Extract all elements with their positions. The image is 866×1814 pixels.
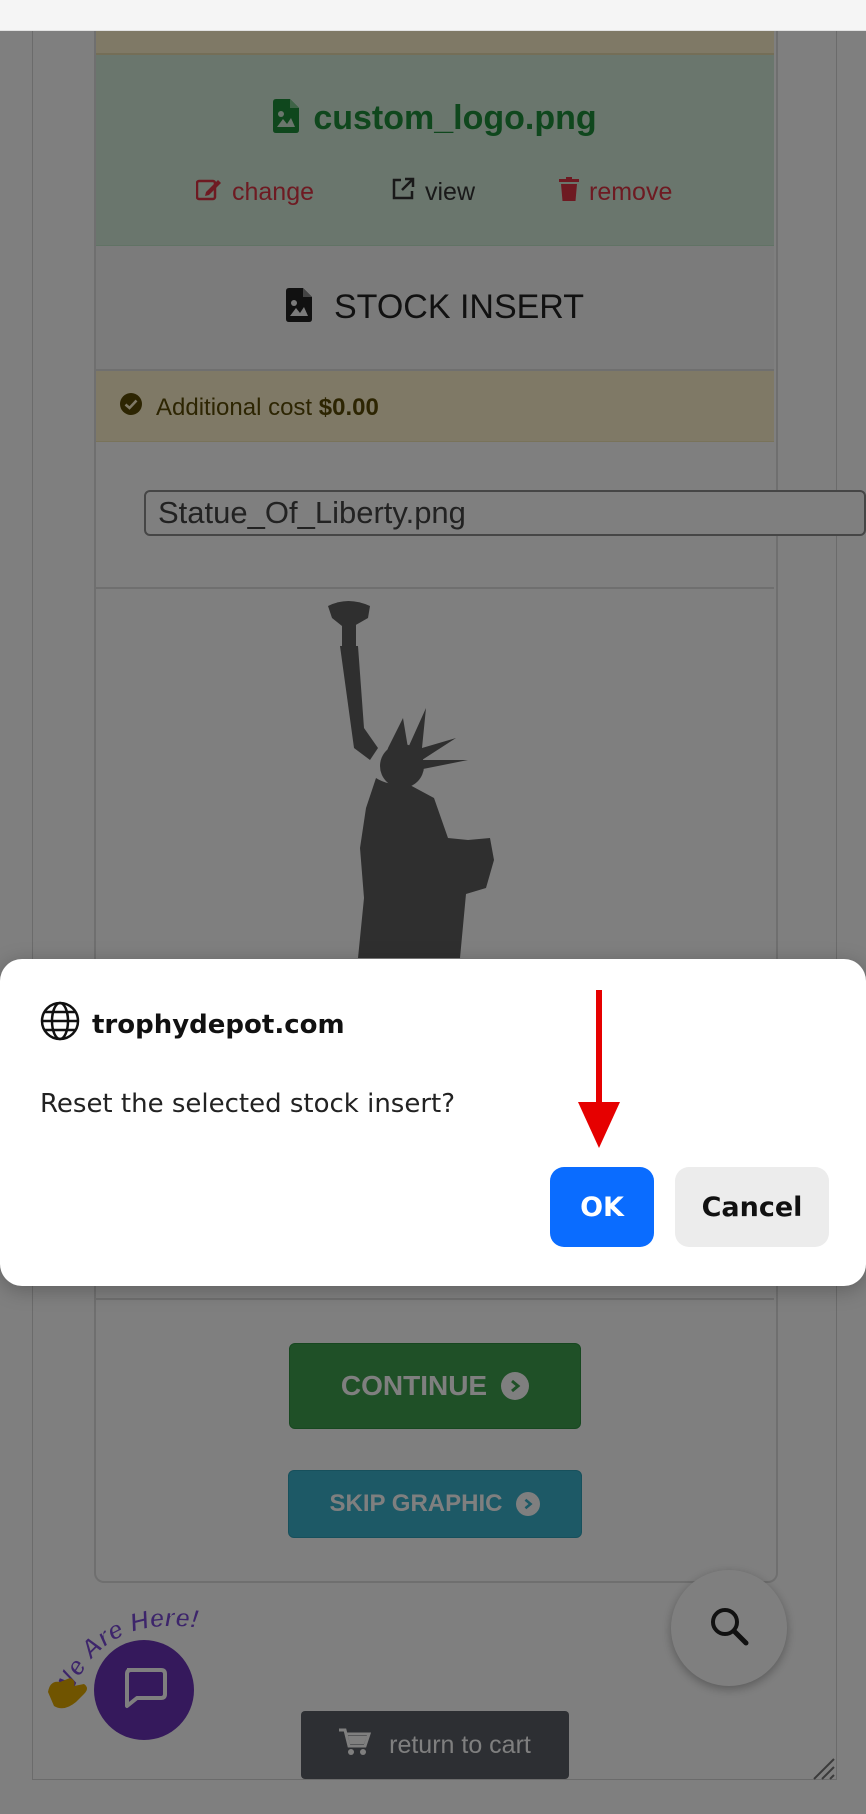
globe-icon <box>40 1001 80 1048</box>
modal-overlay <box>0 31 866 1814</box>
dialog-origin: trophydepot.com <box>40 1001 345 1048</box>
annotation-arrow-icon <box>578 990 620 1148</box>
dialog-site-name: trophydepot.com <box>92 1009 345 1040</box>
browser-top-bar <box>0 0 866 31</box>
confirm-dialog: trophydepot.com Reset the selected stock… <box>0 959 866 1286</box>
cancel-button[interactable]: Cancel <box>675 1167 829 1247</box>
dialog-message: Reset the selected stock insert? <box>40 1089 456 1119</box>
ok-button[interactable]: OK <box>550 1167 654 1247</box>
